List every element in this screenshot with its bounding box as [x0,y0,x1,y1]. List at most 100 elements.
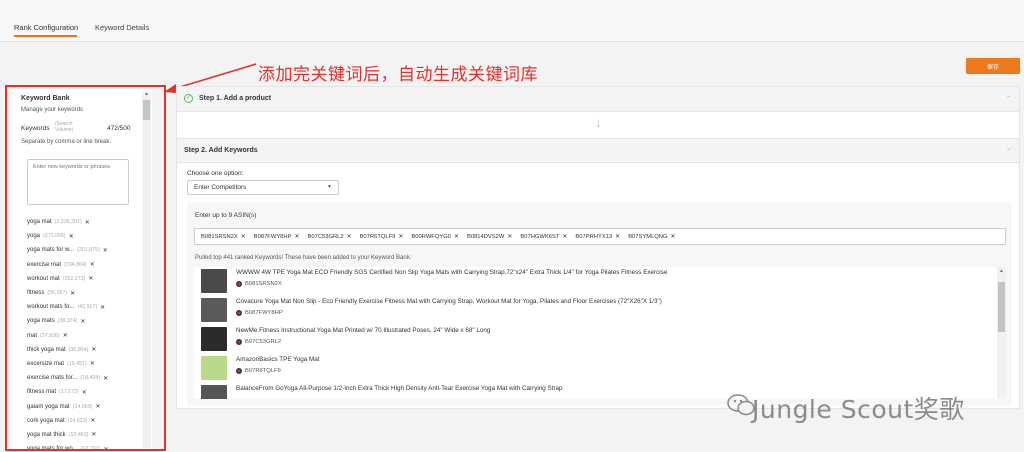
keyword-item: yoga (271,056) ✕ [27,229,152,243]
keyword-volume: (14,623) [67,417,88,424]
annotation-text: 添加完关键词后，自动生成关键词库 [258,65,538,85]
asin-tag: B07SYMLQNG ✕ [628,233,675,240]
remove-keyword-icon[interactable]: ✕ [103,247,108,254]
keyword-item: yoga mats for wo...(12,701)✕ [27,442,152,449]
scroll-up-icon[interactable]: ▲ [144,91,149,97]
keyword-bank-panel: Keyword Bank Manage your keywords Keywor… [12,89,152,449]
product-asin: B081SRSN2X [236,281,282,287]
keyword-item: exercise mats for... (18,434) ✕ [27,371,152,385]
keyword-item: thick yoga mat (36,864) ✕ [27,343,152,357]
competitor-box: Enter up to 9 ASIN(s) B081SRSN2X ✕ B087FWY… [187,203,1012,405]
keyword-text: workout mat [27,275,60,282]
competitor-result-item[interactable]: NewMe Fitness Instructional Yoga Mat Pri… [199,325,989,353]
keyword-text: mat [27,332,38,339]
asin-tag-text: B0814DVS2W [466,234,505,240]
remove-asin-icon[interactable]: ✕ [347,234,352,240]
product-asin-text: B07C53GRL2 [245,339,282,345]
option-select[interactable]: Enter Competitors ▼ [187,180,339,195]
product-asin: B07R6TQLF9 [236,368,281,374]
step1-header[interactable]: ✓ Step 1. Add a product ⌃ [177,87,1019,112]
tab-rank-configuration[interactable]: Rank Configuration [14,23,78,32]
asin-tag-text: B07PRHYX13 [575,234,613,240]
remove-asin-icon[interactable]: ✕ [398,234,403,240]
remove-asin-icon[interactable]: ✕ [562,234,567,240]
remove-asin-icon[interactable]: ✕ [454,234,459,240]
keyword-text: fitness [27,290,45,297]
asin-tag: B0814DVS2W ✕ [467,233,512,240]
remove-asin-icon[interactable]: ✕ [241,234,246,240]
results-scroll-thumb[interactable] [998,282,1005,332]
arrow-down-icon: ↓ [595,115,602,130]
remove-keyword-icon[interactable]: ✕ [103,375,108,382]
asin-input[interactable]: B081SRSN2X ✕ B087FWY8HP ✕ B07C53GRL2 ✕ B07R6TQ… [194,228,1006,245]
remove-asin-icon[interactable]: ✕ [615,234,620,240]
keyword-text: gaiam yoga mat [27,403,70,410]
keyword-volume: (36,864) [68,346,89,353]
product-asin-text: B081SRSN2X [245,281,282,287]
keywords-hint: (Search Volume) [55,121,74,133]
keyword-volume: (18,434) [80,375,101,382]
step2-header[interactable]: Step 2. Add Keywords ⌄ [177,138,1019,163]
asin-tag-text: B081SRSN2X [201,234,238,240]
keyword-item: yoga mat (1,226,201) ✕ [27,215,152,229]
separator-hint: Separate by comma or line break. [21,139,112,145]
keyword-item: workout mat (152,273) ✕ [27,272,152,286]
keyword-volume: (271,056) [43,233,66,240]
product-thumbnail [201,327,227,351]
new-keywords-input[interactable] [27,159,129,205]
product-title: AmazonBasics TPE Yoga Mat [236,356,320,363]
remove-keyword-icon[interactable]: ✕ [90,360,95,367]
save-button[interactable]: 保存 [966,58,1020,74]
keyword-volume: (14,669) [72,403,93,410]
remove-keyword-icon[interactable]: ✕ [70,290,75,297]
remove-asin-icon[interactable]: ✕ [671,234,676,240]
us-flag-icon [236,368,242,374]
competitor-results-list: ▲ WWWW 4W TPE Yoga Mat ECO Friendly SGS … [194,267,1006,399]
keyword-item: yoga mat thick (13,463) ✕ [27,428,152,442]
keyword-volume: (12,701) [81,446,101,449]
remove-keyword-icon[interactable]: ✕ [103,446,108,449]
keyword-bank-scrollbar[interactable] [142,92,151,448]
scroll-up-icon[interactable]: ▲ [999,268,1004,274]
remove-keyword-icon[interactable]: ✕ [63,332,68,339]
product-title: NewMe Fitness Instructional Yoga Mat Pri… [236,327,491,334]
chevron-down-icon[interactable]: ⌄ [1006,145,1011,152]
remove-keyword-icon[interactable]: ✕ [91,431,96,438]
remove-keyword-icon[interactable]: ✕ [95,403,100,410]
keyword-volume: (38,374) [57,318,78,325]
chevron-up-icon[interactable]: ⌃ [1006,95,1011,102]
keyword-bank-scroll-thumb[interactable] [143,100,150,120]
keyword-text: yoga mat [27,219,52,226]
asin-label: Enter up to 9 ASIN(s) [195,212,257,219]
remove-keyword-icon[interactable]: ✕ [69,233,74,240]
keyword-item: exercise mat (204,804) ✕ [27,258,152,272]
product-title: WWWW 4W TPE Yoga Mat ECO Friendly SGS Ce… [236,269,668,276]
remove-keyword-icon[interactable]: ✕ [85,219,90,226]
product-thumbnail [201,298,227,322]
remove-keyword-icon[interactable]: ✕ [90,261,95,268]
remove-asin-icon[interactable]: ✕ [507,234,512,240]
competitor-result-item[interactable]: WWWW 4W TPE Yoga Mat ECO Friendly SGS Ce… [199,267,989,295]
remove-keyword-icon[interactable]: ✕ [100,304,105,311]
keyword-text: yoga [27,233,41,240]
keyword-volume: (152,273) [62,275,86,282]
asin-tag: B087FWY8HP ✕ [254,233,300,240]
asin-tag-text: B07C53GRL2 [307,234,344,240]
competitor-result-item[interactable]: AmazonBasics TPE Yoga Mat B07R6TQLF9 [199,354,989,382]
asin-tag-text: B087FWY8HP [253,234,292,240]
remove-keyword-icon[interactable]: ✕ [90,417,95,424]
remove-keyword-icon[interactable]: ✕ [80,318,85,325]
keyword-item: gaiam yoga mat (14,669) ✕ [27,399,152,413]
keyword-text: fitness mat [27,389,57,396]
remove-keyword-icon[interactable]: ✕ [82,389,87,396]
tab-keyword-details[interactable]: Keyword Details [95,23,149,32]
asin-tag: B07HGWK6ST ✕ [520,233,567,240]
remove-keyword-icon[interactable]: ✕ [91,346,96,353]
asin-tag-text: B07HGWK6ST [520,234,560,240]
asin-tag: B00RWFQYG0 ✕ [411,233,459,240]
configuration-card: ✓ Step 1. Add a product ⌃ ↓ Step 2. Add … [176,86,1020,409]
asin-tag: B07C53GRL2 ✕ [308,233,352,240]
competitor-result-item[interactable]: Covacure Yoga Mat Non Slip - Eco Friendl… [199,296,989,324]
remove-asin-icon[interactable]: ✕ [294,234,299,240]
remove-keyword-icon[interactable]: ✕ [88,275,93,282]
